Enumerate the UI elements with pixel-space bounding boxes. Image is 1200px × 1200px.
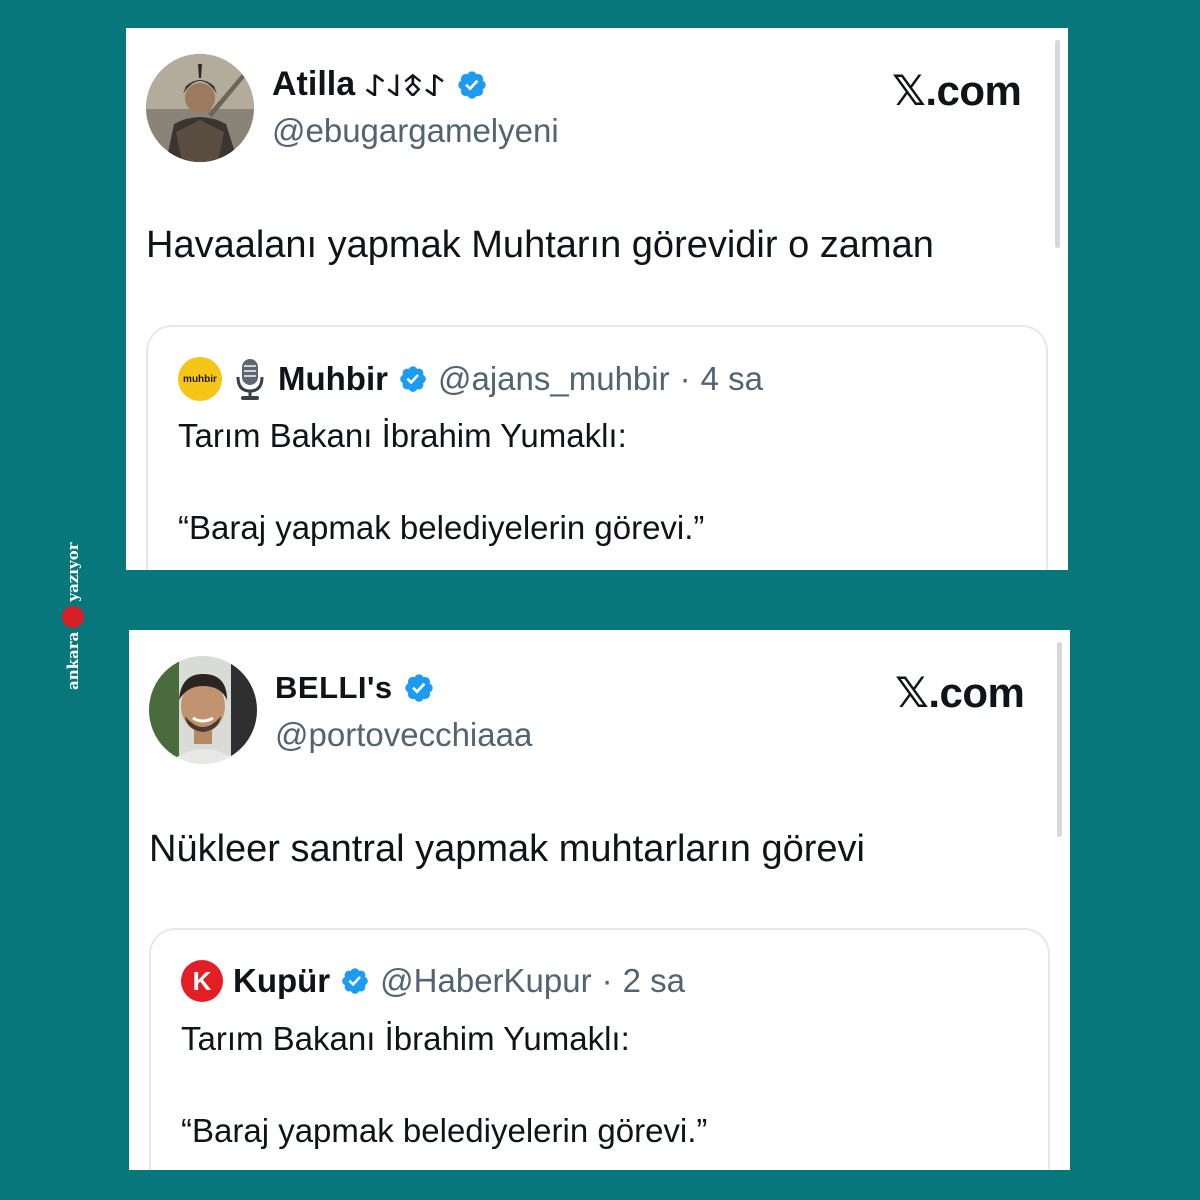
x-com-logo: 𝕏.com	[895, 669, 1025, 716]
quoted-author-name[interactable]: Kupür	[233, 962, 330, 1000]
verified-badge-icon	[342, 968, 368, 994]
warrior-avatar-icon	[146, 54, 254, 162]
quoted-text-line-2: “Baraj yapmak belediyelerin görevi.”	[181, 1112, 708, 1149]
tweet-card[interactable]: Atilla 𐰀𐱃𐰞𐰀 @ebugargamelyeni 𝕏.com Havaa…	[126, 28, 1068, 570]
watermark-logo-icon	[62, 605, 84, 628]
author-handle[interactable]: @ebugargamelyeni	[272, 112, 559, 150]
author-name-row: Atilla 𐰀𐱃𐰞𐰀	[272, 64, 488, 105]
quoted-tweet[interactable]: K Kupür @HaberKupur · 2 sa Tarım Bakanı …	[149, 928, 1050, 1170]
verified-badge-icon	[400, 366, 426, 392]
author-name-row: BELLI's	[275, 670, 435, 706]
quoted-text-line-1: Tarım Bakanı İbrahim Yumaklı:	[181, 1020, 630, 1057]
avatar[interactable]	[149, 656, 257, 764]
tweet-card[interactable]: BELLI's @portovecchiaaa 𝕏.com Nükleer sa…	[129, 630, 1070, 1170]
watermark-text-yaziyor: yazıyor	[64, 542, 82, 602]
quoted-author-handle[interactable]: @HaberKupur	[380, 962, 591, 1000]
separator-dot: ·	[601, 962, 613, 999]
muhbir-logo-icon: muhbir	[178, 357, 222, 401]
x-com-logo: 𝕏.com	[892, 67, 1022, 114]
ankara-yaziyor-watermark: ankara yazıyor	[58, 490, 88, 690]
author-runic-text: 𐰀𐱃𐰞𐰀	[365, 69, 447, 104]
tweet-text: Havaalanı yapmak Muhtarın görevidir o za…	[146, 224, 934, 266]
quoted-text-line-1: Tarım Bakanı İbrahim Yumaklı:	[178, 417, 627, 454]
quoted-text-line-2: “Baraj yapmak belediyelerin görevi.”	[178, 509, 705, 546]
tweet-text: Nükleer santral yapmak muhtarların görev…	[149, 828, 865, 870]
microphone-icon	[236, 359, 264, 400]
quoted-author-handle[interactable]: @ajans_muhbir	[438, 360, 670, 398]
scrollbar[interactable]	[1057, 642, 1062, 837]
quoted-tweet-header: muhbir Muhbir @ajans_muhbir · 4 sa	[178, 357, 763, 401]
quoted-tweet[interactable]: muhbir Muhbir @ajans_muhbir · 4 sa Tarım…	[146, 325, 1048, 570]
man-avatar-icon	[149, 656, 257, 764]
verified-badge-icon	[458, 70, 486, 99]
quoted-timestamp[interactable]: 2 sa	[623, 962, 685, 1000]
scrollbar[interactable]	[1055, 40, 1060, 248]
watermark-text-ankara: ankara	[64, 631, 82, 690]
author-name[interactable]: BELLI's	[275, 670, 393, 706]
kupur-logo-icon: K	[181, 960, 223, 1002]
quoted-tweet-header: K Kupür @HaberKupur · 2 sa	[181, 960, 685, 1002]
quoted-timestamp[interactable]: 4 sa	[701, 360, 763, 398]
avatar[interactable]	[146, 54, 254, 162]
author-name[interactable]: Atilla	[272, 65, 355, 104]
verified-badge-icon	[405, 674, 433, 702]
separator-dot: ·	[679, 360, 691, 397]
author-handle[interactable]: @portovecchiaaa	[275, 716, 532, 754]
quoted-author-name[interactable]: Muhbir	[278, 360, 388, 398]
